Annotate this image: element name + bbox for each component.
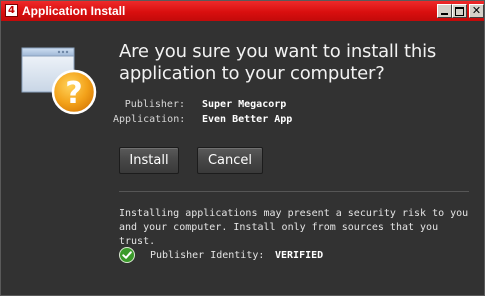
- minimize-button[interactable]: [437, 4, 452, 18]
- publisher-identity-label: Publisher Identity:: [150, 250, 265, 261]
- title-bar[interactable]: 4 Application Install ✕: [1, 1, 484, 21]
- minimize-icon: [441, 13, 448, 15]
- maximize-icon: [455, 7, 464, 16]
- divider: [119, 191, 469, 192]
- install-question: Are you sure you want to install this ap…: [119, 41, 437, 84]
- close-icon: ✕: [471, 4, 482, 17]
- svg-text:?: ?: [65, 76, 82, 111]
- install-dialog: 4 Application Install ✕ ? Are you sure y…: [0, 0, 485, 296]
- publisher-value: Super Megacorp: [202, 99, 287, 110]
- application-value: Even Better App: [202, 114, 293, 125]
- publisher-identity-value: VERIFIED: [275, 250, 324, 261]
- cancel-button[interactable]: Cancel: [197, 147, 263, 174]
- app-icon: 4: [5, 4, 18, 17]
- application-label: Application:: [113, 114, 186, 125]
- window-title: Application Install: [22, 4, 126, 18]
- close-button[interactable]: ✕: [469, 4, 484, 18]
- publisher-label: Publisher:: [124, 99, 185, 110]
- install-question-icon: ?: [21, 47, 97, 115]
- check-icon: [119, 247, 135, 263]
- install-button[interactable]: Install: [119, 147, 179, 174]
- security-warning: Installing applications may present a se…: [119, 208, 469, 247]
- maximize-button[interactable]: [452, 4, 467, 18]
